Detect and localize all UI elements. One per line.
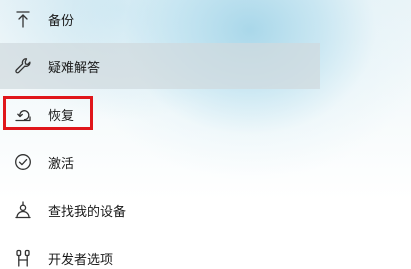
nav-item-label: 备份: [48, 13, 75, 29]
nav-item-label: 开发者选项: [48, 252, 114, 268]
nav-item-label: 恢复: [48, 108, 75, 124]
wrench-icon: [13, 56, 33, 76]
settings-nav-list: 备份 疑难解答 恢复 激活 查找我的设备 开发者选项: [0, 0, 320, 269]
nav-item-label: 激活: [48, 156, 75, 172]
nav-item-label: 疑难解答: [48, 60, 101, 76]
backup-arrow-icon: [13, 9, 33, 29]
developer-tools-icon: [13, 248, 33, 268]
nav-item-label: 查找我的设备: [48, 204, 127, 220]
find-device-person-icon: [13, 200, 33, 220]
nav-item-activation[interactable]: 激活: [0, 139, 320, 185]
nav-item-find-my-device[interactable]: 查找我的设备: [0, 187, 320, 233]
nav-item-backup[interactable]: 备份: [0, 0, 320, 42]
checkmark-circle-icon: [13, 152, 33, 172]
nav-item-recovery[interactable]: 恢复: [0, 91, 320, 137]
nav-item-developer-options[interactable]: 开发者选项: [0, 235, 320, 269]
nav-item-troubleshoot[interactable]: 疑难解答: [0, 43, 320, 89]
recovery-icon: [13, 104, 33, 124]
